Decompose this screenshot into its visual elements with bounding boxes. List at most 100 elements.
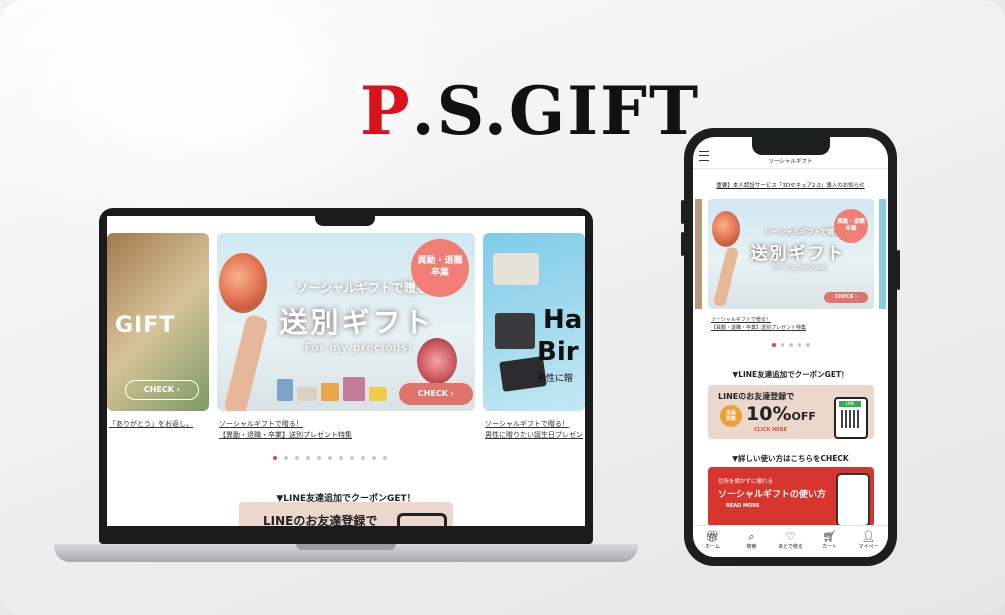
category-badge: 異動・退職 卒業: [411, 239, 469, 297]
brand-logo: P .S.GIFT: [360, 72, 700, 150]
laptop-groove: [296, 544, 396, 550]
slide-title-line2: Bir: [537, 337, 579, 367]
slide-caption-link[interactable]: 「ありがとう」をお返し。: [109, 419, 193, 429]
slide-subtitle: 男性に贈: [537, 374, 574, 384]
slide-caption-link[interactable]: ソーシャルギフトで贈る！: [485, 419, 569, 429]
carousel-dot[interactable]: [789, 343, 793, 347]
carousel-dot[interactable]: [361, 456, 365, 460]
read-more-label: READ MORE: [726, 503, 760, 509]
laptop-camera-notch: [315, 213, 375, 226]
slide-caption-link[interactable]: ソーシャルギフトで贈る！: [219, 419, 303, 429]
arm-illustration: [712, 246, 740, 308]
phone-screen: ソーシャルギフト 重要】本人認証サービス「3Dセキュア2.0」導入のお知らせ ソ…: [693, 137, 888, 557]
carousel-slide-farewell[interactable]: ソーシャルギフトで贈る 送別ギフト For my precious! 異動・退職…: [708, 199, 874, 309]
notice-link[interactable]: 重要】本人認証サービス「3Dセキュア2.0」導入のお知らせ: [693, 181, 888, 189]
laptop-screen: GIFT CHECK › ソーシャルギフトで贈る 送別ギフト For my pr…: [107, 216, 585, 526]
tab-search[interactable]: ⌕ 検索: [732, 526, 771, 557]
carousel-dot[interactable]: [306, 456, 310, 460]
all-items-badge: 全品 対象: [720, 405, 742, 427]
slide-tagline: For my precious!: [772, 263, 828, 271]
howto-title: ソーシャルギフトの使い方: [718, 490, 826, 500]
user-icon: 👤︎: [861, 530, 876, 543]
discount-text: 10%OFF: [746, 403, 816, 425]
qr-phone-illustration: LINE: [834, 397, 868, 439]
phone-side-button: [897, 250, 900, 290]
header-divider: [693, 168, 888, 169]
carousel-dot[interactable]: [295, 456, 299, 460]
badge-text: 異動・退職 卒業: [417, 256, 463, 278]
line-coupon-heading: ▼LINE友達追加でクーポンGET！: [732, 370, 849, 379]
carousel-dot[interactable]: [383, 456, 387, 460]
slide-caption-link[interactable]: 【異動・退職・卒業】送別プレゼント特集: [219, 430, 352, 440]
carousel-dot[interactable]: [797, 343, 801, 347]
slide-caption-link[interactable]: 【異動・退職・卒業】送別プレゼント特集: [711, 324, 806, 331]
tab-cart[interactable]: 🛒︎ カート: [810, 526, 849, 557]
phone-notch: [752, 137, 830, 155]
category-badge: 異動・退職 卒業: [834, 209, 868, 243]
click-here-label: CLICK HERE: [754, 427, 787, 433]
carousel-dot[interactable]: [273, 456, 277, 460]
qr-code-icon: [841, 410, 859, 428]
tab-mypage[interactable]: 👤︎ マイペー: [849, 526, 888, 557]
carousel-dot[interactable]: [328, 456, 332, 460]
howto-banner[interactable]: 住所を聞かずに贈れる ソーシャルギフトの使い方 READ MORE: [708, 467, 874, 527]
gift-icon: 🎁︎: [705, 530, 720, 543]
next-slide-peek[interactable]: [879, 199, 886, 309]
discount-value: 10%: [746, 403, 792, 425]
discount-off: OFF: [791, 410, 816, 423]
carousel-dot[interactable]: [317, 456, 321, 460]
bouquet-illustration: [712, 211, 740, 247]
slide-title: 送別ギフト: [279, 306, 435, 339]
carousel-dots: [772, 343, 810, 347]
carousel-dot[interactable]: [339, 456, 343, 460]
tab-label: あとで贈る: [778, 544, 803, 550]
slide-title: 送別ギフト: [750, 244, 846, 264]
search-icon: ⌕: [748, 530, 755, 543]
gift-boxes-illustration: [277, 373, 387, 401]
product-illustration: [495, 313, 535, 349]
check-button[interactable]: CHECK ›: [399, 383, 473, 405]
prev-slide-peek[interactable]: [695, 199, 702, 309]
carousel-slide-farewell[interactable]: ソーシャルギフトで贈る 送別ギフト For my precious! 異動・退職…: [217, 233, 475, 411]
check-button[interactable]: CHECK ›: [824, 292, 868, 303]
logo-rest: .S.GIFT: [411, 72, 701, 150]
line-label: LINE: [839, 401, 861, 407]
carousel-dot[interactable]: [806, 343, 810, 347]
tab-label: カート: [821, 544, 837, 550]
carousel-slide-thankyou[interactable]: GIFT CHECK ›: [107, 233, 209, 411]
howto-subtitle: 住所を聞かずに贈れる: [718, 479, 774, 485]
slide-title: GIFT: [115, 313, 176, 338]
phone-illustration: [397, 513, 447, 526]
slide-tagline: For my precious!: [304, 341, 414, 354]
line-banner-text: LINEのお友達登録で: [263, 514, 378, 526]
line-banner-title: LINEのお友達登録で: [718, 392, 795, 401]
tab-home[interactable]: 🎁︎ ホーム: [693, 526, 732, 557]
line-coupon-banner[interactable]: LINEのお友達登録で 全品 対象 10%OFF CLICK HERE LINE: [708, 385, 874, 439]
tab-label: ホーム: [705, 544, 720, 550]
carousel-dot[interactable]: [284, 456, 288, 460]
bottom-tab-bar: 🎁︎ ホーム ⌕ 検索 ♡ あとで贈る 🛒︎ カート 👤︎ マイペー: [693, 525, 888, 557]
tab-favorites[interactable]: ♡ あとで贈る: [771, 526, 810, 557]
slide-title-line1: Ha: [543, 305, 583, 335]
tab-label: 検索: [746, 544, 757, 550]
carousel-dot[interactable]: [772, 343, 776, 347]
carousel-dot[interactable]: [350, 456, 354, 460]
badge-text: 異動・退職 卒業: [837, 218, 865, 232]
carousel-dot[interactable]: [372, 456, 376, 460]
howto-heading: ▼詳しい使い方はこちらをCHECK: [732, 454, 849, 463]
carousel-dot[interactable]: [780, 343, 784, 347]
page-title: ソーシャルギフト: [768, 159, 813, 165]
heart-icon: ♡: [785, 530, 796, 543]
flower-illustration: [417, 338, 457, 384]
badge-text: 全品 対象: [725, 410, 736, 422]
slide-caption-link[interactable]: 男性に贈りたい誕生日プレゼン: [485, 430, 583, 440]
slide-caption-link[interactable]: ソーシャルギフトで贈る！: [711, 316, 771, 323]
phone-illustration: [836, 473, 870, 527]
carousel-dots: [273, 456, 387, 460]
background: P .S.GIFT GIFT CHECK › ソーシャルギフトで贈る 送別ギフト…: [0, 0, 1005, 615]
carousel-slide-birthday[interactable]: Ha Bir 男性に贈: [483, 233, 585, 411]
tab-label: マイペー: [858, 544, 879, 550]
logo-p: P: [360, 72, 412, 150]
product-illustration: [493, 253, 539, 285]
check-button[interactable]: CHECK ›: [125, 380, 199, 400]
